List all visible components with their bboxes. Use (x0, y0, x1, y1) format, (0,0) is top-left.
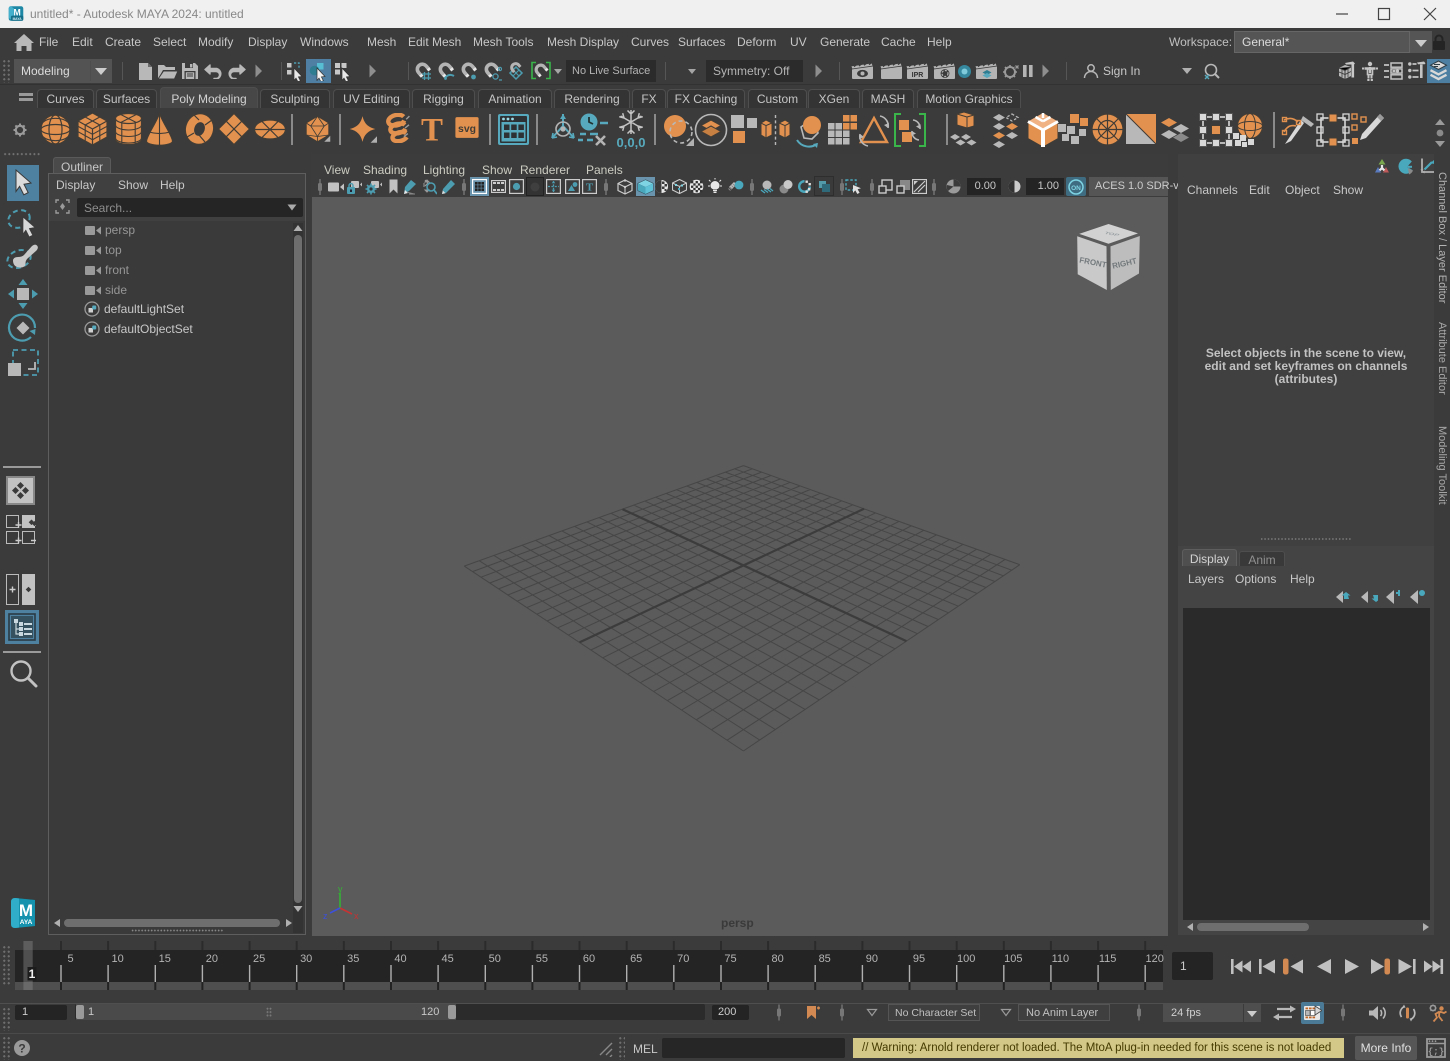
svg-text:25: 25 (253, 953, 265, 965)
svg-text:70: 70 (677, 953, 689, 965)
svg-text:20: 20 (206, 953, 218, 965)
svg-text:5: 5 (67, 953, 73, 965)
svg-text:1: 1 (29, 967, 36, 981)
svg-text:115: 115 (1099, 953, 1117, 965)
svg-text:0,0,0: 0,0,0 (617, 135, 646, 150)
svg-text:10: 10 (111, 953, 123, 965)
svg-text:T: T (421, 113, 443, 145)
svg-text:100: 100 (957, 953, 975, 965)
svg-text:AYA: AYA (20, 919, 33, 926)
svg-text:{;}: {;} (1428, 1047, 1444, 1057)
svg-text:60: 60 (583, 953, 595, 965)
svg-text:ON: ON (1071, 185, 1081, 192)
svg-text:M: M (19, 901, 33, 920)
svg-text:85: 85 (819, 953, 831, 965)
svg-text:95: 95 (913, 953, 925, 965)
svg-text:75: 75 (724, 953, 736, 965)
svg-text:svg: svg (458, 124, 476, 135)
svg-text:110: 110 (1052, 953, 1070, 965)
svg-text:40: 40 (394, 953, 406, 965)
svg-text:105: 105 (1004, 953, 1022, 965)
svg-text:M: M (13, 7, 20, 17)
svg-text:30: 30 (300, 953, 312, 965)
svg-text:90: 90 (866, 953, 878, 965)
svg-text:15: 15 (159, 953, 171, 965)
svg-text:35: 35 (347, 953, 359, 965)
svg-text:120: 120 (1146, 953, 1164, 965)
svg-text:45: 45 (441, 953, 453, 965)
svg-text:65: 65 (630, 953, 642, 965)
svg-text:55: 55 (536, 953, 548, 965)
svg-text:80: 80 (771, 953, 783, 965)
svg-text:T: T (586, 182, 594, 194)
svg-text:50: 50 (489, 953, 501, 965)
svg-text:?: ? (18, 1042, 25, 1056)
svg-text:MAYA: MAYA (13, 17, 23, 21)
svg-text:IPR: IPR (912, 72, 924, 79)
svg-text:x: x (354, 911, 359, 921)
svg-text:y: y (338, 886, 343, 894)
svg-text:z: z (323, 911, 328, 921)
